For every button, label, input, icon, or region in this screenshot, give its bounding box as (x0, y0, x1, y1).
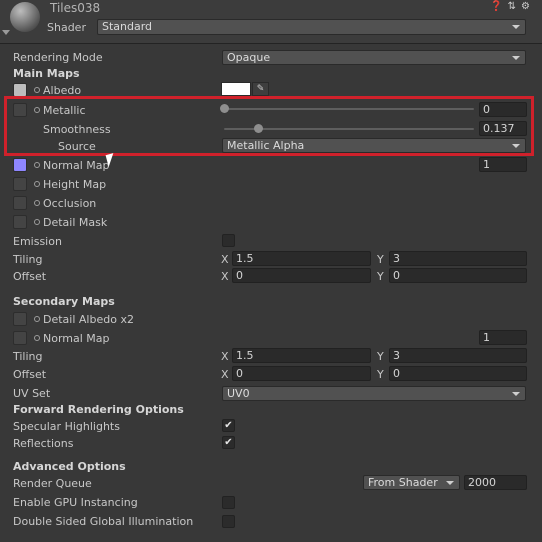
detail-albedo-picker-dot[interactable] (34, 316, 40, 322)
shader-label: Shader (47, 21, 86, 34)
secondary-normal-map-texture-slot[interactable] (13, 331, 27, 345)
header-icons: ❓ ⇅ ⚙ (490, 1, 530, 12)
tiling-y-label: Y (377, 253, 384, 266)
advanced-options-title: Advanced Options (13, 460, 126, 473)
emission-label: Emission (13, 235, 62, 248)
detail-mask-label: Detail Mask (43, 216, 108, 229)
offset-x-label: X (221, 270, 229, 283)
secondary-tiling-x-field[interactable]: 1.5 (232, 348, 371, 363)
gpu-instancing-label: Enable GPU Instancing (13, 496, 138, 509)
normal-map-label: Normal Map (43, 159, 110, 172)
preset-icon[interactable]: ⇅ (508, 1, 516, 12)
secondary-offset-label: Offset (13, 368, 47, 381)
main-maps-title: Main Maps (13, 67, 80, 80)
height-map-texture-slot[interactable] (13, 177, 27, 191)
render-queue-value-field[interactable]: 2000 (464, 475, 527, 490)
secondary-normal-map-picker-dot[interactable] (34, 335, 40, 341)
uv-set-value: UV0 (227, 387, 250, 400)
help-icon[interactable]: ❓ (490, 1, 502, 12)
specular-highlights-checkbox[interactable]: ✔ (222, 419, 235, 432)
tiling-x-label: X (221, 253, 229, 266)
offset-y-field[interactable]: 0 (389, 268, 527, 283)
secondary-maps-title: Secondary Maps (13, 295, 115, 308)
tiling-y-field[interactable]: 3 (389, 251, 527, 266)
secondary-offset-x-field[interactable]: 0 (232, 366, 371, 381)
normal-map-picker-dot[interactable] (34, 162, 40, 168)
eyedropper-icon[interactable]: ✎ (252, 82, 269, 96)
secondary-tiling-x-label: X (221, 350, 229, 363)
occlusion-picker-dot[interactable] (34, 200, 40, 206)
occlusion-texture-slot[interactable] (13, 196, 27, 210)
render-queue-dropdown[interactable]: From Shader (363, 475, 460, 490)
secondary-tiling-y-field[interactable]: 3 (389, 348, 527, 363)
rendering-mode-dropdown[interactable]: Opaque (222, 50, 526, 65)
tiling-label: Tiling (13, 253, 43, 266)
albedo-picker-dot[interactable] (34, 87, 40, 93)
uv-set-dropdown[interactable]: UV0 (222, 386, 526, 401)
rendering-mode-label: Rendering Mode (13, 51, 103, 64)
foldout-arrow-icon[interactable] (2, 30, 10, 35)
normal-map-scale-field[interactable]: 1 (479, 157, 527, 172)
tiling-x-field[interactable]: 1.5 (232, 251, 371, 266)
forward-rendering-title: Forward Rendering Options (13, 403, 184, 416)
uv-set-label: UV Set (13, 387, 51, 400)
height-map-label: Height Map (43, 178, 107, 191)
highlight-box (4, 96, 534, 156)
render-queue-source: From Shader (368, 476, 438, 489)
detail-mask-texture-slot[interactable] (13, 215, 27, 229)
chevron-down-icon (512, 25, 520, 29)
render-queue-label: Render Queue (13, 477, 92, 490)
specular-highlights-label: Specular Highlights (13, 420, 120, 433)
material-name: Tiles038 (50, 1, 101, 15)
material-preview-sphere (10, 2, 40, 32)
offset-label: Offset (13, 270, 47, 283)
reflections-label: Reflections (13, 437, 74, 450)
material-header: Tiles038 Shader Standard ❓ ⇅ ⚙ (0, 0, 542, 44)
shader-dropdown[interactable]: Standard (97, 19, 526, 35)
occlusion-label: Occlusion (43, 197, 97, 210)
chevron-down-icon (512, 392, 520, 396)
albedo-color-swatch[interactable] (221, 82, 251, 96)
secondary-normal-map-scale-field[interactable]: 1 (479, 330, 527, 345)
secondary-tiling-label: Tiling (13, 350, 43, 363)
chevron-down-icon (512, 56, 520, 60)
secondary-offset-x-label: X (221, 368, 229, 381)
double-sided-gi-label: Double Sided Global Illumination (13, 515, 194, 528)
rendering-mode-value: Opaque (227, 51, 271, 64)
secondary-tiling-y-label: Y (377, 350, 384, 363)
detail-mask-picker-dot[interactable] (34, 219, 40, 225)
secondary-offset-y-field[interactable]: 0 (389, 366, 527, 381)
detail-albedo-texture-slot[interactable] (13, 312, 27, 326)
detail-albedo-label: Detail Albedo x2 (43, 313, 134, 326)
chevron-down-icon (446, 481, 454, 485)
settings-icon[interactable]: ⚙ (521, 1, 530, 12)
secondary-normal-map-label: Normal Map (43, 332, 110, 345)
shader-value: Standard (102, 20, 153, 33)
reflections-checkbox[interactable]: ✔ (222, 436, 235, 449)
offset-y-label: Y (377, 270, 384, 283)
offset-x-field[interactable]: 0 (232, 268, 371, 283)
normal-map-texture-slot[interactable] (13, 158, 27, 172)
double-sided-gi-checkbox[interactable] (222, 515, 235, 528)
gpu-instancing-checkbox[interactable] (222, 496, 235, 509)
emission-checkbox[interactable] (222, 234, 235, 247)
secondary-offset-y-label: Y (377, 368, 384, 381)
albedo-texture-slot[interactable] (13, 83, 27, 97)
height-map-picker-dot[interactable] (34, 181, 40, 187)
